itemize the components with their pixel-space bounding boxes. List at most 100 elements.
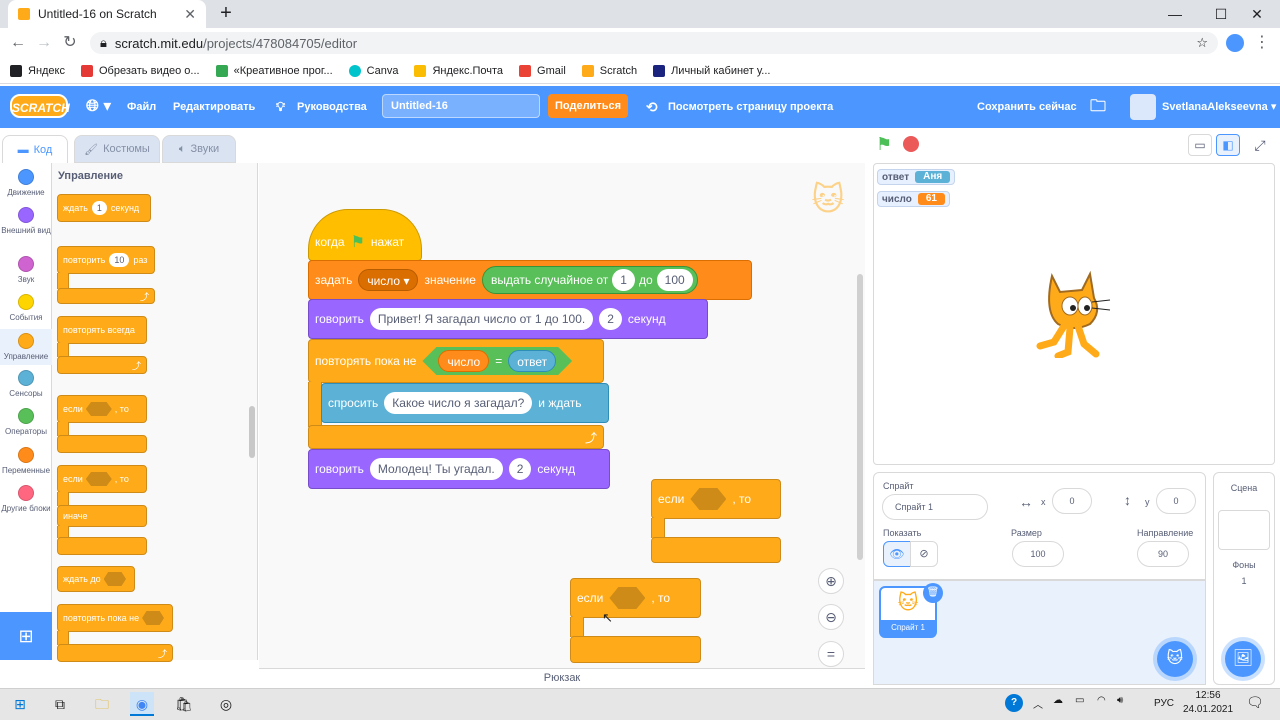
back-icon[interactable]: ← (6, 31, 30, 55)
repeat-until-block[interactable]: повторять пока не число = ответ (308, 339, 604, 383)
say-for-secs-block[interactable]: говорить Привет! Я загадал число от 1 до… (308, 299, 708, 339)
username-menu[interactable]: SvetlanaAlekseevna ▾ (1162, 86, 1276, 128)
empty-boolean-slot[interactable] (85, 472, 112, 486)
minimize-icon[interactable]: — (1152, 0, 1198, 28)
stop-button[interactable] (903, 136, 919, 152)
task-view-icon[interactable]: ⧉ (48, 692, 72, 716)
repeat-input[interactable]: 10 (109, 253, 130, 267)
ask-and-wait-block[interactable]: спросить Какое число я загадал? и ждать (321, 383, 609, 423)
empty-boolean-slot[interactable] (142, 611, 164, 625)
network-icon[interactable]: ▭ (1075, 695, 1084, 706)
say2-text-input[interactable]: Молодец! Ты угадал. (369, 458, 503, 480)
say2-secs-input[interactable]: 2 (508, 458, 532, 480)
palette-wait-until-block[interactable]: ждать до (57, 566, 135, 592)
category-looks[interactable]: Внешний вид (0, 207, 52, 235)
category-sensing[interactable]: Сенсоры (0, 370, 52, 398)
tutorials-menu[interactable]: Руководства (297, 86, 367, 128)
clock-date[interactable]: 24.01.2021 (1182, 704, 1234, 715)
large-stage-button[interactable]: ◧ (1216, 134, 1240, 156)
random-from-input[interactable]: 1 (612, 269, 635, 291)
tab-sounds[interactable]: 🔈︎ Звуки (162, 135, 236, 163)
category-variables[interactable]: Переменные (0, 447, 52, 475)
fullscreen-icon[interactable]: ⤢ (1248, 134, 1272, 156)
small-stage-button[interactable]: ▭ (1188, 134, 1212, 156)
set-variable-block[interactable]: задать число ▾ значение выдать случайное… (308, 260, 752, 300)
say-for-secs-block-2[interactable]: говорить Молодец! Ты угадал. 2 секунд (308, 449, 610, 489)
see-project-button[interactable]: Посмотреть страницу проекта (668, 86, 833, 128)
language-indicator[interactable]: РУС (1154, 698, 1174, 709)
add-extension-button[interactable]: ⊞ (0, 612, 52, 660)
browser-tab[interactable]: Untitled-16 on Scratch ✕ (8, 0, 206, 28)
save-now-button[interactable]: Сохранить сейчас (977, 86, 1077, 128)
cat-sprite[interactable] (1030, 268, 1114, 358)
y-input[interactable]: 0 (1156, 488, 1196, 514)
palette-if-block[interactable]: если, то (57, 395, 147, 423)
wifi-icon[interactable]: ◠ (1097, 695, 1106, 706)
variable-dropdown[interactable]: число ▾ (358, 269, 419, 291)
clock-time[interactable]: 12:56 (1186, 690, 1230, 701)
empty-boolean-slot[interactable] (103, 572, 126, 586)
random-to-input[interactable]: 100 (656, 269, 693, 291)
url-input[interactable]: 🔒︎ scratch.mit.edu/projects/478084705/ed… (90, 32, 1218, 54)
bookmark-item[interactable]: «Креативное прог... (215, 64, 333, 77)
pick-random-block[interactable]: выдать случайное от 1 до 100 (481, 266, 698, 294)
profile-avatar[interactable] (1226, 34, 1244, 52)
store-icon[interactable]: 🛍︎ (172, 692, 196, 716)
cloud-icon[interactable]: ☁ (1053, 695, 1063, 706)
category-my-blocks[interactable]: Другие блоки (0, 485, 52, 513)
folder-icon[interactable]: 🗀 (1090, 86, 1106, 128)
add-sprite-button[interactable]: 🐱︎ (1157, 641, 1193, 677)
trash-icon[interactable]: 🗑︎ (923, 583, 943, 603)
equals-operator[interactable]: число = ответ (422, 347, 572, 375)
category-sound[interactable]: Звук (0, 256, 52, 284)
when-flag-clicked-block[interactable]: когда ⚑ нажат (308, 209, 422, 261)
bookmark-item[interactable]: Canva (348, 64, 398, 77)
scratch-logo[interactable]: SCRATCH (10, 94, 70, 118)
palette-if-else-block[interactable]: если, то (57, 465, 147, 493)
add-backdrop-button[interactable]: 🖼︎ (1225, 641, 1261, 677)
palette-wait-block[interactable]: ждать 1 секунд (57, 194, 151, 222)
close-icon[interactable]: ✕ (184, 6, 196, 23)
forward-icon[interactable]: → (32, 31, 56, 55)
reload-icon[interactable]: ↻ (58, 31, 82, 55)
wait-input[interactable]: 1 (91, 201, 107, 215)
workspace-vertical-scrollbar[interactable] (857, 274, 863, 560)
palette-forever-block[interactable]: повторять всегда (57, 316, 147, 344)
tray-up-icon[interactable]: ︿ (1033, 696, 1043, 711)
x-input[interactable]: 0 (1052, 488, 1092, 514)
hide-eye-icon[interactable]: ⊘ (910, 541, 938, 567)
bookmark-item[interactable]: Личный кабинет у... (653, 64, 770, 77)
category-control[interactable]: Управление (0, 329, 52, 365)
star-icon[interactable]: ☆ (1196, 35, 1208, 51)
bookmark-item[interactable]: Яндекс.Почта (414, 64, 503, 77)
direction-input[interactable]: 90 (1137, 541, 1189, 567)
zoom-out-button[interactable]: ⊖ (818, 604, 844, 630)
say-secs-input[interactable]: 2 (599, 308, 622, 330)
palette-repeat-until-block[interactable]: повторять пока не (57, 604, 173, 632)
empty-condition-slot[interactable] (609, 587, 646, 609)
chrome-icon[interactable]: ◉ (130, 692, 154, 716)
bookmark-item[interactable]: Яндекс (10, 64, 65, 77)
size-input[interactable]: 100 (1012, 541, 1064, 567)
share-button[interactable]: Поделиться (548, 94, 628, 118)
edit-menu[interactable]: Редактировать (173, 86, 255, 128)
if-then-block-a[interactable]: если , то (651, 479, 781, 519)
sprite-name-input[interactable]: Спрайт 1 (882, 494, 988, 520)
backdrop-thumbnail[interactable] (1218, 510, 1270, 550)
category-events[interactable]: События (0, 294, 52, 322)
empty-condition-slot[interactable] (690, 488, 727, 510)
zoom-reset-button[interactable]: = (818, 641, 844, 667)
bookmark-item[interactable]: Gmail (519, 64, 566, 77)
notifications-icon[interactable]: 🗨︎ (1246, 694, 1264, 711)
tab-costumes[interactable]: 🖌︎ Костюмы (74, 135, 160, 163)
category-operators[interactable]: Операторы (0, 408, 52, 436)
close-window-icon[interactable]: ✕ (1234, 0, 1280, 28)
project-title-input[interactable]: Untitled-16 (382, 94, 540, 118)
number-variable-reporter[interactable]: число (438, 350, 489, 372)
backpack[interactable]: Рюкзак (259, 668, 865, 686)
green-flag-button[interactable]: ⚑ (876, 134, 892, 155)
answer-reporter[interactable]: ответ (508, 350, 556, 372)
palette-repeat-block[interactable]: повторить 10 раз (57, 246, 155, 274)
help-icon[interactable]: ? (1005, 694, 1023, 712)
globe-icon[interactable]: 🌐︎ ▾ (86, 86, 111, 128)
